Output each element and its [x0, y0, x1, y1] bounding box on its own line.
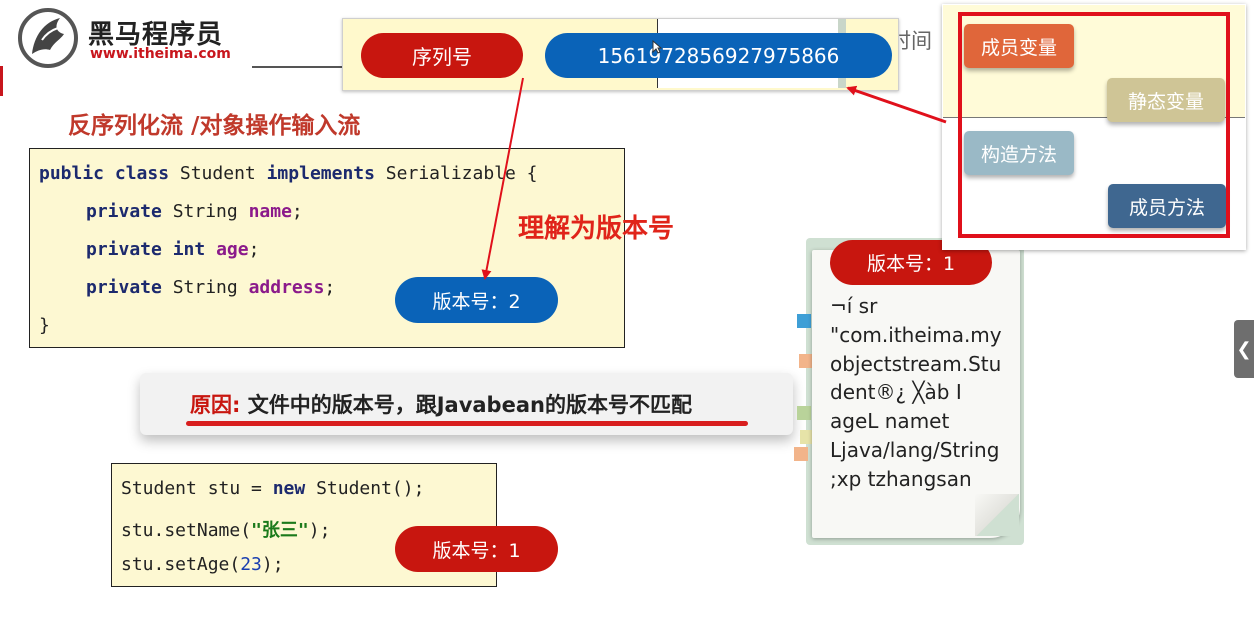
notepad-tab-marker	[799, 354, 813, 368]
header-divider	[252, 66, 348, 68]
serialized-line: ¬í sr	[830, 294, 878, 318]
code-text: Serializable {	[374, 163, 538, 184]
serialized-file-content: ¬í sr "com.itheima.my objectstream.Stu d…	[830, 292, 1010, 494]
reason-description: 文件中的版本号，跟Javabean的版本号不匹配	[240, 393, 692, 417]
code-text: Student stu =	[121, 478, 273, 499]
code-line-close-brace: }	[39, 315, 50, 336]
serialized-line: "com.itheima.my	[830, 322, 1002, 347]
code-keyword: private	[86, 201, 162, 222]
notepad-tab-marker	[797, 406, 811, 420]
code-keyword: private	[86, 277, 162, 298]
code-keyword: implements	[266, 163, 375, 184]
code-line-set-name: stu.setName("张三");	[121, 516, 330, 542]
serialized-line: dent®¿ ╳àb I	[830, 380, 962, 405]
code-text: ;	[291, 201, 303, 222]
notepad-tab-marker	[797, 314, 811, 328]
serialized-line: Ljava/lang/String	[830, 437, 1000, 462]
members-to-serial-arrow	[846, 85, 947, 124]
chevron-left-icon[interactable]: ❮	[1234, 320, 1254, 378]
code-text: stu.setAge(	[121, 554, 241, 575]
code-text: Student	[169, 163, 267, 184]
code-text: ;	[248, 239, 260, 260]
class-members-highlight-frame	[958, 12, 1230, 238]
code-line-set-age: stu.setAge(23);	[121, 554, 284, 575]
code-text: ;	[324, 277, 336, 298]
code-number: 23	[240, 554, 262, 575]
code-line-age-field: private int age;	[86, 239, 259, 260]
code-line-class-decl: public class Student implements Serializ…	[39, 163, 538, 184]
logo-url: www.itheima.com	[90, 46, 231, 62]
section-title: 反序列化流 /对象操作输入流	[68, 113, 361, 139]
serialized-line: objectstream.Stu	[830, 351, 1002, 376]
code-keyword: new	[272, 478, 306, 499]
code-text: );	[308, 520, 331, 541]
version-explanation-text: 理解为版本号	[518, 214, 675, 244]
object-version-badge: 版本号：1	[395, 526, 558, 572]
code-line-new-student: Student stu = new Student();	[121, 478, 424, 499]
code-text: stu.setName(	[121, 520, 252, 541]
notepad-tab-marker	[794, 447, 808, 461]
serial-label-badge: 序列号	[361, 33, 523, 78]
code-line-address-field: private String address;	[86, 277, 335, 298]
code-field: age	[216, 239, 249, 260]
code-keyword: public class	[39, 163, 170, 184]
horse-logo-icon	[18, 8, 78, 68]
class-version-badge: 版本号：2	[395, 277, 558, 323]
code-field: address	[248, 277, 325, 298]
code-string: "张三"	[251, 520, 309, 541]
reason-text: 原因: 文件中的版本号，跟Javabean的版本号不匹配	[190, 389, 692, 419]
serialized-line: ageL namet	[830, 409, 950, 434]
mouse-cursor-icon	[652, 40, 662, 54]
code-text: );	[261, 554, 284, 575]
reason-label: 原因:	[190, 393, 241, 417]
serial-value-badge: 1561972856927975866	[545, 33, 892, 78]
code-text: String	[161, 277, 249, 298]
notepad-page-curl	[975, 494, 1019, 536]
code-line-name-field: private String name;	[86, 201, 303, 222]
code-text: Student();	[305, 478, 425, 499]
reason-underline	[186, 421, 748, 426]
code-keyword: private int	[86, 239, 206, 260]
code-field: name	[248, 201, 292, 222]
left-accent-bar	[0, 66, 3, 96]
serialized-line: ;xp tzhangsan	[830, 466, 972, 491]
code-text: String	[161, 201, 249, 222]
code-text: }	[39, 315, 50, 336]
